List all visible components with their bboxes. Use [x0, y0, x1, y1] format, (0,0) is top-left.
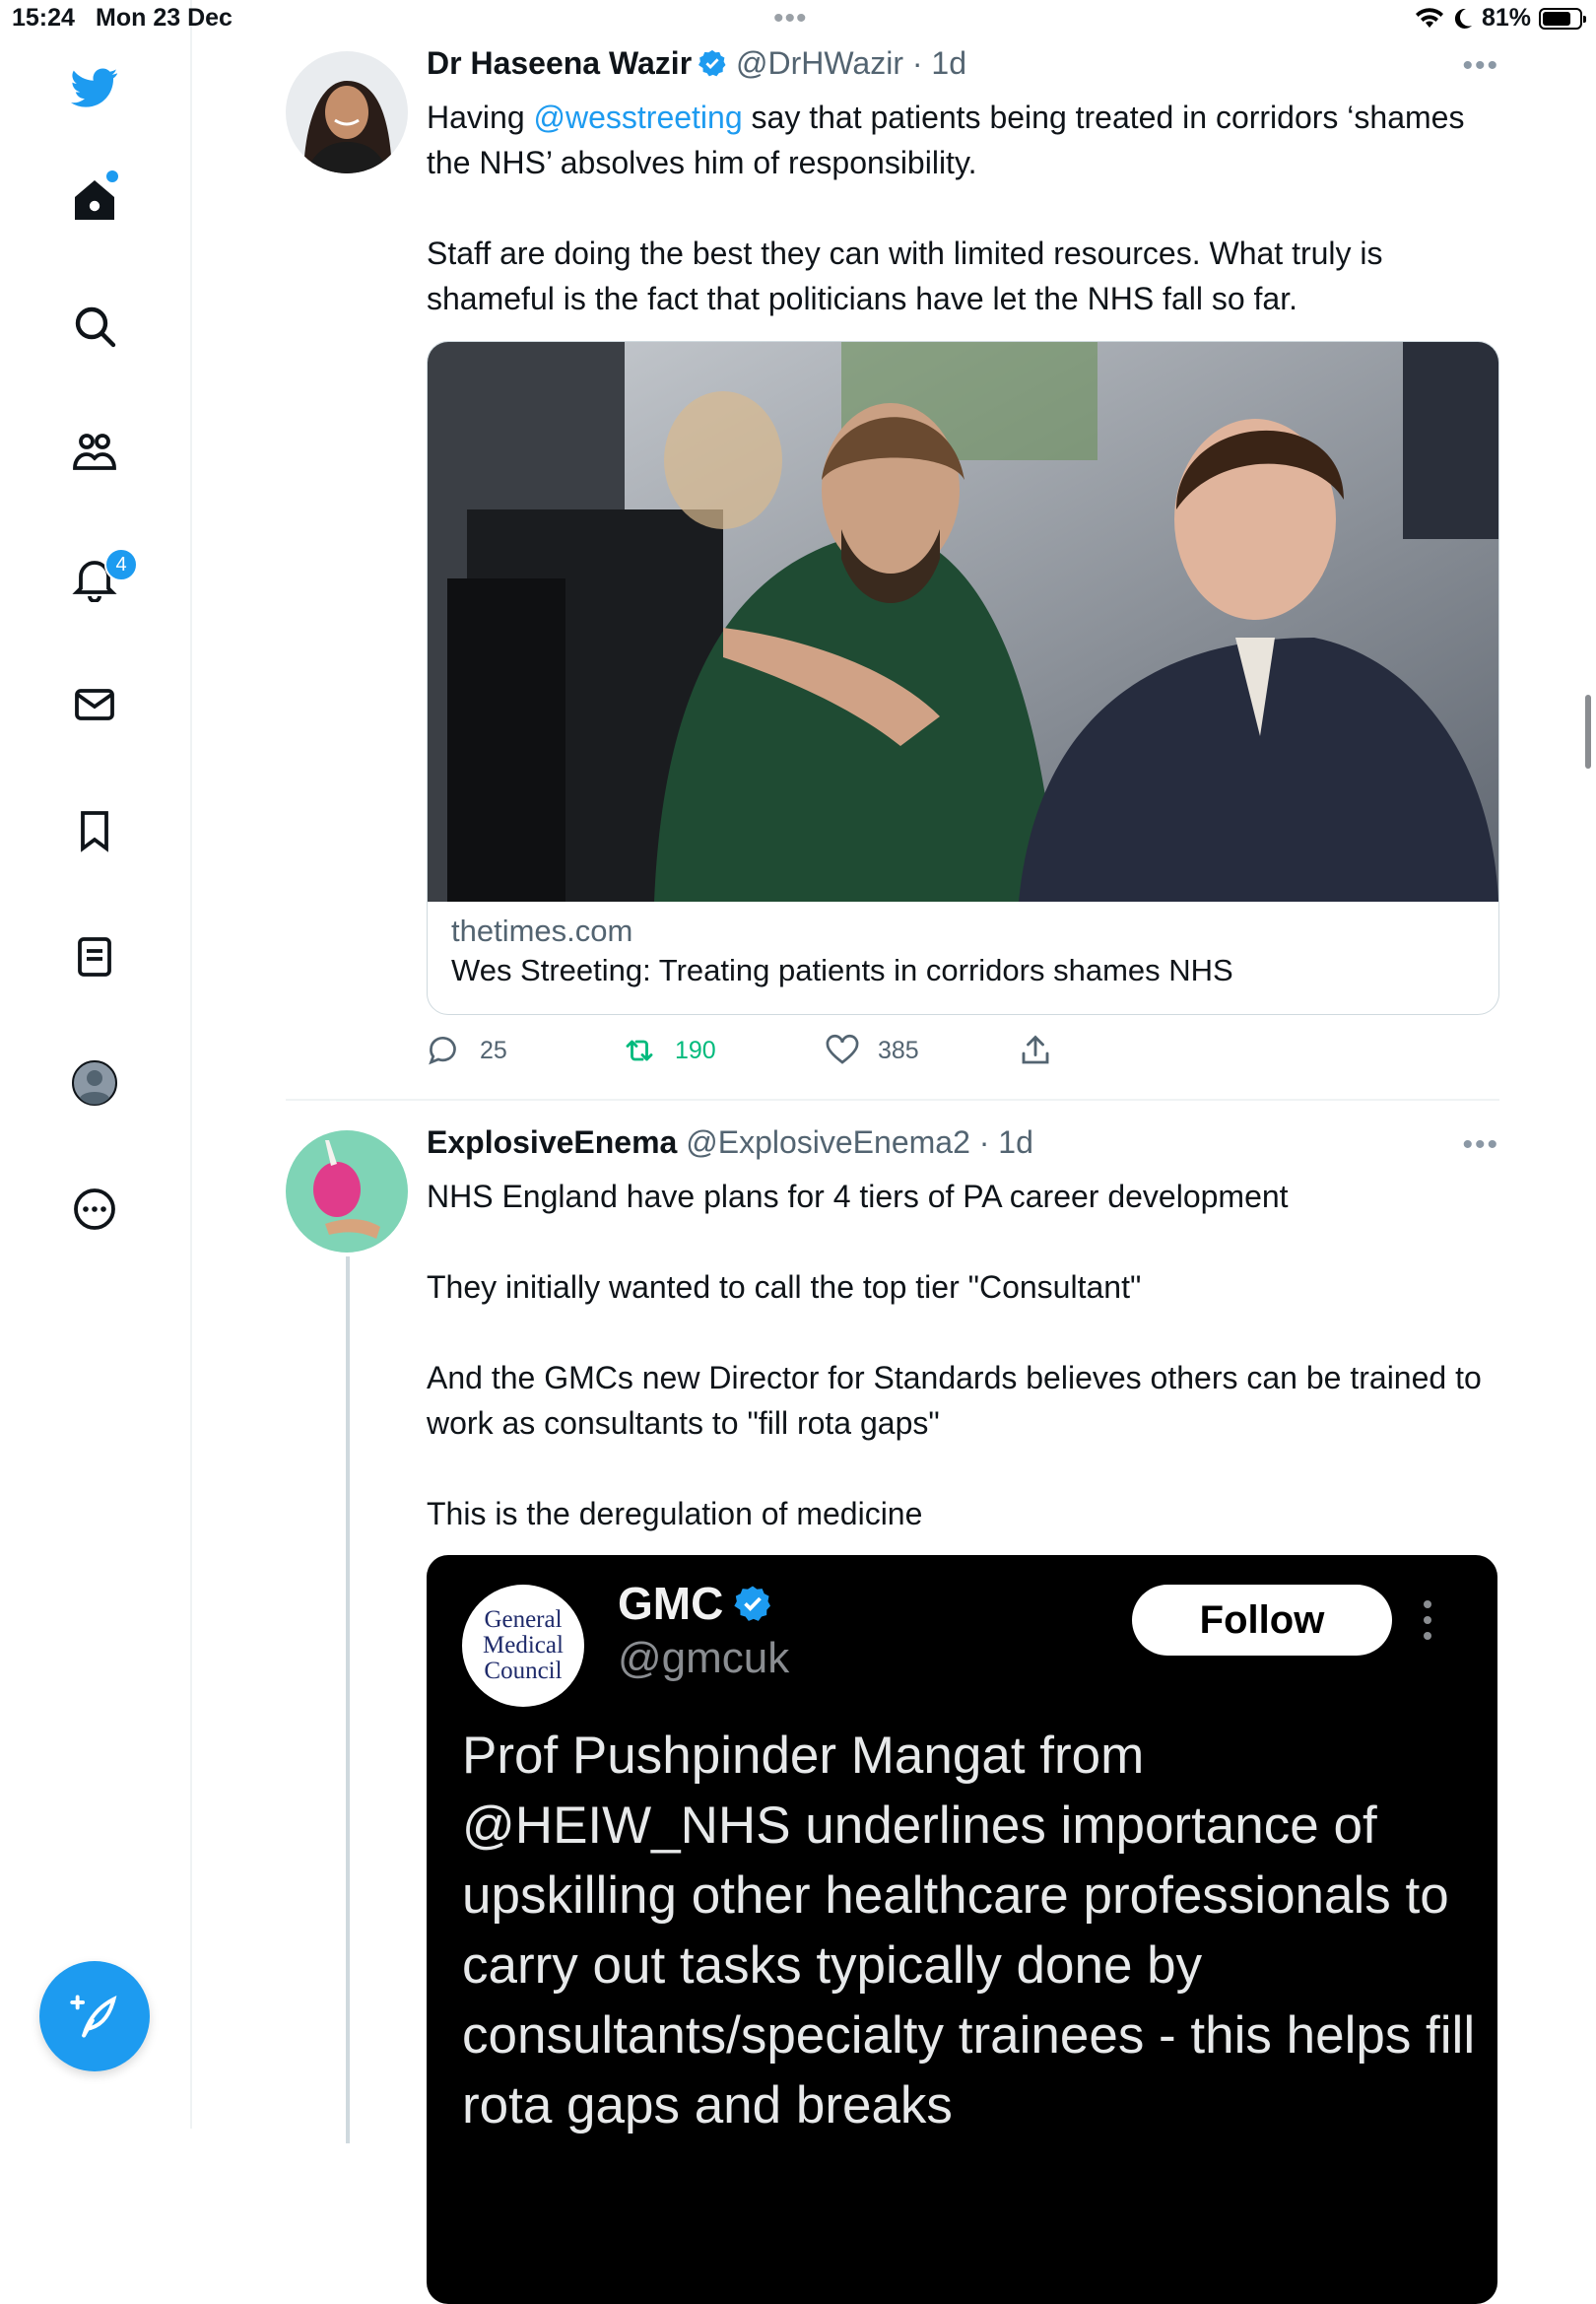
display-name[interactable]: Dr Haseena Wazir: [427, 45, 692, 81]
lists-icon[interactable]: [61, 923, 128, 990]
tweet-text: NHS England have plans for 4 tiers of PA…: [427, 1174, 1500, 1582]
communities-icon[interactable]: [61, 419, 128, 486]
retweet-button[interactable]: 190: [622, 1033, 716, 1068]
tweet-header: ExplosiveEnema @ExplosiveEnema2 · 1d: [427, 1124, 1033, 1160]
reply-count: 25: [480, 1036, 507, 1064]
handle[interactable]: @DrHWazir: [736, 45, 903, 81]
reply-icon: [429, 1036, 456, 1065]
moon-icon: [1454, 8, 1472, 29]
verified-badge-icon: [734, 1586, 771, 1621]
multitasking-dots[interactable]: •••: [773, 2, 808, 35]
tweet-paragraph: Staff are doing the best they can with l…: [427, 236, 1383, 316]
compose-button[interactable]: [39, 1961, 150, 2071]
twitter-bird-icon[interactable]: [61, 54, 128, 121]
tweet-paragraph: This is the deregulation of medicine: [427, 1496, 923, 1531]
embedded-screenshot[interactable]: General Medical Council GMC @gmcuk Follo…: [427, 1555, 1497, 2304]
retweet-icon: [626, 1040, 653, 1061]
search-icon[interactable]: [61, 293, 128, 360]
tweet-divider: [286, 1099, 1499, 1101]
more-options-icon[interactable]: •••: [1462, 49, 1499, 83]
gmc-logo: General Medical Council: [462, 1585, 584, 1707]
tweet-paragraph: And the GMCs new Director for Standards …: [427, 1360, 1482, 1441]
card-domain: thetimes.com: [451, 914, 633, 948]
share-button[interactable]: [1018, 1033, 1053, 1068]
timestamp[interactable]: 1d: [931, 45, 966, 81]
tweet-paragraph: NHS England have plans for 4 tiers of PA…: [427, 1179, 1289, 1214]
scrollbar[interactable]: [1585, 695, 1591, 769]
timestamp[interactable]: 1d: [998, 1124, 1033, 1160]
status-date: Mon 23 Dec: [96, 4, 233, 32]
embed-display-name: GMC: [618, 1577, 772, 1630]
like-count: 385: [878, 1036, 919, 1064]
home-unread-dot: [106, 170, 118, 182]
sidebar: 4: [0, 0, 192, 2129]
display-name[interactable]: ExplosiveEnema: [427, 1124, 677, 1160]
embed-text: Prof Pushpinder Mangat from @HEIW_NHS un…: [462, 1727, 1476, 2135]
follow-button: Follow: [1132, 1585, 1392, 1656]
handle[interactable]: @ExplosiveEnema2: [686, 1124, 970, 1160]
avatar[interactable]: [286, 51, 408, 173]
tweet-header: Dr Haseena Wazir @DrHWazir · 1d: [427, 45, 966, 81]
link-card[interactable]: thetimes.com Wes Streeting: Treating pat…: [427, 341, 1499, 1015]
avatar[interactable]: [286, 1130, 408, 1253]
share-icon: [1022, 1035, 1049, 1064]
like-button[interactable]: 385: [825, 1033, 919, 1068]
article-image: [428, 342, 1498, 902]
status-time: 15:24: [12, 4, 75, 32]
more-options-icon[interactable]: •••: [1462, 1128, 1499, 1162]
like-heart-icon: [826, 1034, 859, 1064]
tweet-text: Having @wesstreeting say that patients b…: [427, 95, 1500, 367]
messages-icon[interactable]: [61, 671, 128, 738]
kebab-menu-icon: [1424, 1600, 1431, 1648]
verified-badge-icon: [698, 49, 726, 77]
more-icon[interactable]: [61, 1176, 128, 1243]
profile-icon[interactable]: [61, 1050, 128, 1117]
thread-line: [346, 1256, 350, 2143]
reply-button[interactable]: 25: [427, 1033, 507, 1068]
card-title: Wes Streeting: Treating patients in corr…: [451, 953, 1233, 987]
retweet-count: 190: [675, 1036, 716, 1064]
status-right: 81%: [1415, 4, 1586, 33]
bookmarks-icon[interactable]: [61, 797, 128, 864]
compose-feather-icon: [70, 1995, 117, 2038]
tweet-paragraph: They initially wanted to call the top ti…: [427, 1269, 1142, 1305]
notifications-badge: 4: [104, 548, 138, 581]
embed-handle: @gmcuk: [618, 1634, 790, 1682]
battery-percent: 81%: [1481, 4, 1531, 32]
battery-icon: [1539, 7, 1586, 30]
status-bar: 15:24 Mon 23 Dec ••• 81%: [0, 0, 1596, 39]
wifi-icon: [1415, 7, 1443, 28]
mention-link[interactable]: @wesstreeting: [534, 100, 743, 135]
